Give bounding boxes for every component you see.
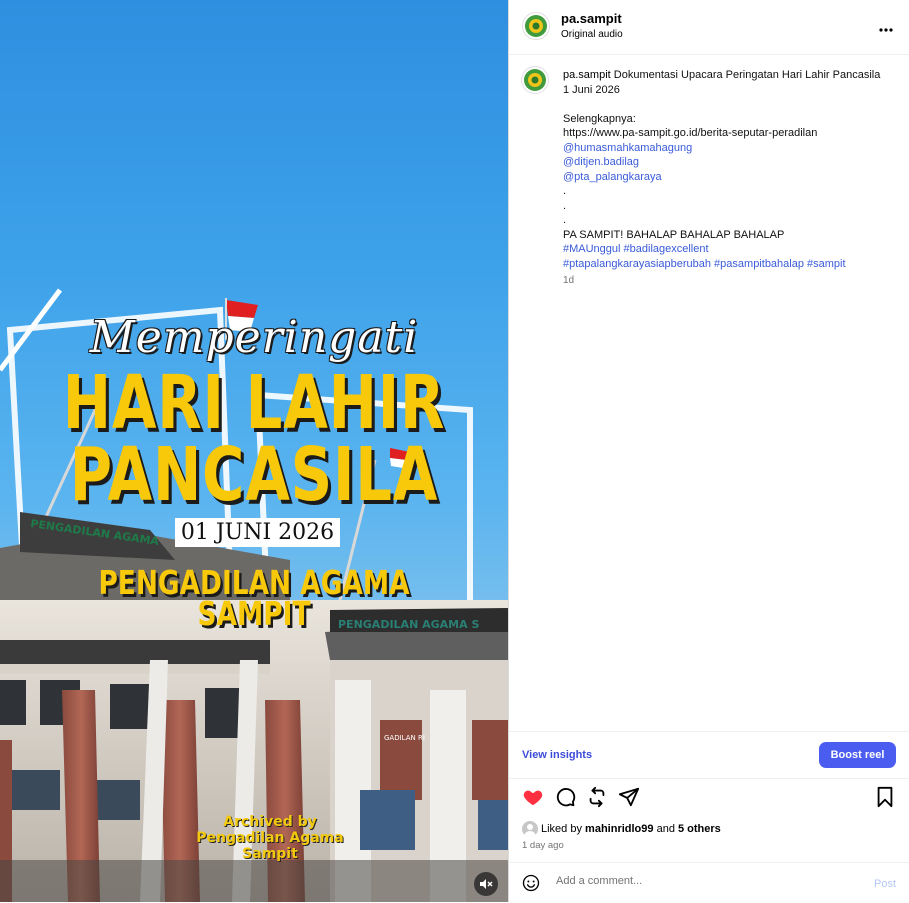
original-audio-link[interactable]: Original audio [561, 29, 623, 40]
post-comment-button[interactable]: Post [874, 878, 896, 890]
watermark-line-1: Archived by [223, 814, 317, 830]
mention-link[interactable]: @humasmahkamahagung [563, 141, 893, 156]
caption-text: pa.sampit Dokumentasi Upacara Peringatan… [563, 68, 893, 289]
comment-button[interactable] [554, 786, 576, 813]
emoji-button[interactable] [522, 874, 540, 897]
speaker-muted-icon [480, 879, 493, 889]
watermark-line-3: Sampit [242, 846, 298, 862]
view-insights-link[interactable]: View insights [522, 749, 592, 761]
title-line-2: PANCASILA [69, 432, 439, 518]
heart-icon [523, 790, 543, 806]
post-header: pa.sampit Original audio [509, 0, 909, 55]
action-bar [509, 786, 909, 812]
comment-bar: Post [509, 862, 909, 903]
avatar[interactable] [522, 12, 550, 40]
liker-avatar[interactable] [522, 821, 538, 837]
title-script-text: Memperingati [89, 312, 419, 363]
reel-viewer: PENGADILAN AGAMA PENGADILAN AGAMA S GADI… [0, 0, 909, 902]
court-logo-icon [525, 15, 547, 37]
post-timestamp: 1 day ago [522, 840, 564, 851]
insights-bar: View insights Boost reel [509, 731, 909, 779]
date-label: 01 JUNI 2026 [175, 518, 340, 547]
send-icon [618, 787, 640, 807]
share-button[interactable] [618, 786, 640, 813]
caption-url: https://www.pa-sampit.go.id/berita-seput… [563, 127, 818, 139]
more-horizontal-icon [879, 28, 893, 32]
caption-more-label: Selengkapnya: [563, 112, 636, 125]
header-username[interactable]: pa.sampit [561, 11, 622, 26]
liked-by-and: and [656, 823, 675, 835]
hashtag-line-1[interactable]: #MAUnggul #badilagexcellent [563, 242, 893, 257]
caption-line-2: 1 Juni 2026 [563, 83, 620, 96]
caption-line-1: Dokumentasi Upacara Peringatan Hari Lahi… [613, 69, 881, 81]
comment-icon [556, 788, 576, 807]
mention-link[interactable]: @ditjen.badilag [563, 155, 893, 170]
caption-dot: . [563, 214, 567, 226]
hashtag-line-2[interactable]: #ptapalangkarayasiapberubah #pasampitbah… [563, 257, 893, 272]
like-button[interactable] [522, 786, 544, 813]
caption-username[interactable]: pa.sampit [563, 69, 611, 81]
more-options-button[interactable] [879, 19, 893, 37]
mute-button[interactable] [474, 872, 498, 896]
user-placeholder-icon [524, 824, 536, 837]
boost-reel-button[interactable]: Boost reel [819, 742, 896, 768]
caption-dot: . [563, 199, 567, 212]
org-line-2: SAMPIT [197, 594, 311, 633]
save-button[interactable] [875, 786, 895, 813]
watermark-line-2: Pengadilan Agama [196, 830, 344, 846]
reel-video[interactable]: PENGADILAN AGAMA PENGADILAN AGAMA S GADI… [0, 0, 508, 902]
svg-text:GADILAN RI: GADILAN RI [384, 734, 425, 742]
repost-icon [589, 786, 605, 808]
liker-username[interactable]: mahinridlo99 [585, 823, 653, 835]
caption-avatar[interactable] [521, 66, 549, 94]
caption-time: 1d [563, 275, 575, 286]
bookmark-icon [877, 786, 893, 808]
mention-link[interactable]: @pta_palangkaraya [563, 170, 893, 185]
likes-others-link[interactable]: 5 others [678, 823, 721, 835]
post-panel: pa.sampit Original audio pa.sampit Dokum… [508, 0, 909, 902]
repost-button[interactable] [586, 786, 608, 813]
emoji-icon [522, 874, 540, 892]
court-logo-icon [524, 69, 546, 91]
caption-slogan: PA SAMPIT! BAHALAP BAHALAP BAHALAP [563, 228, 785, 241]
comment-input[interactable] [554, 874, 858, 888]
liked-by-row: Liked by mahinridlo99 and 5 others [522, 821, 721, 837]
liked-by-prefix: Liked by [541, 823, 582, 835]
caption-dot: . [563, 185, 567, 197]
